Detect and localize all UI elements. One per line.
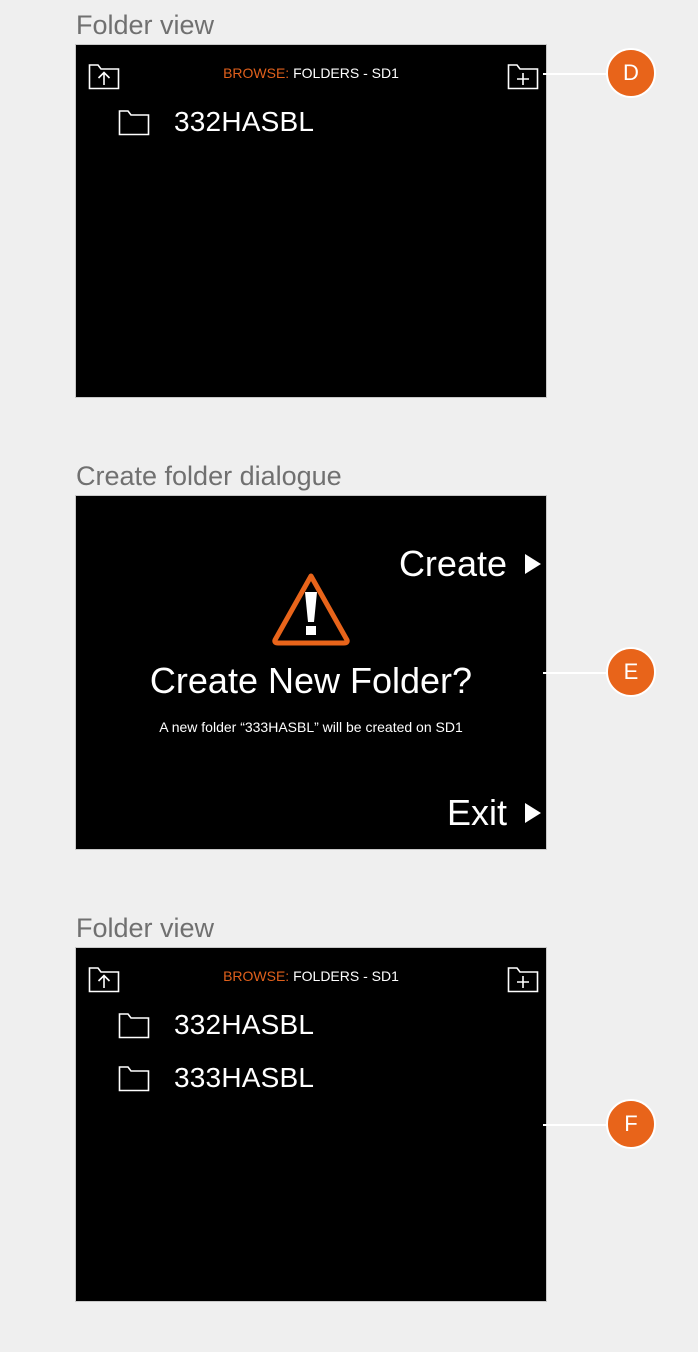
dialog-heading: Create New Folder? xyxy=(149,660,473,701)
folder-icon xyxy=(118,1064,150,1092)
section-title-folder-view-after: Folder view xyxy=(76,913,215,943)
folder-name: 332HASBL xyxy=(174,1009,315,1040)
callout-e: E xyxy=(606,647,656,697)
folder-icon xyxy=(118,108,150,136)
browse-header: BROWSE: FOLDERS - SD1 xyxy=(76,968,546,984)
dialog-message: A new folder “333HASBL” will be created … xyxy=(159,719,463,735)
section-title-folder-view: Folder view xyxy=(76,10,215,40)
folder-name: 333HASBL xyxy=(174,1062,315,1093)
browse-location: FOLDERS - SD1 xyxy=(289,968,399,984)
browse-location: FOLDERS - SD1 xyxy=(289,65,399,81)
warning-icon xyxy=(271,572,351,646)
folder-view-screen-after: BROWSE: FOLDERS - SD1 332HASBL 333HASBL xyxy=(75,947,547,1302)
browse-header: BROWSE: FOLDERS - SD1 xyxy=(76,65,546,81)
arrow-right-icon xyxy=(525,554,541,574)
folder-name: 332HASBL xyxy=(174,106,315,137)
callout-d: D xyxy=(606,48,656,98)
browse-label: BROWSE: xyxy=(223,968,290,984)
folder-view-screen: BROWSE: FOLDERS - SD1 332HASBL xyxy=(75,44,547,398)
folder-list-item[interactable]: 332HASBL xyxy=(118,105,314,139)
create-folder-dialog: Create Create New Folder? A new folder “… xyxy=(75,495,547,850)
browse-label: BROWSE: xyxy=(223,65,290,81)
section-title-create-folder: Create folder dialogue xyxy=(76,461,342,491)
exit-button[interactable]: Exit xyxy=(447,792,541,834)
arrow-right-icon xyxy=(525,803,541,823)
callout-line-f xyxy=(543,1124,609,1126)
folder-list-item[interactable]: 332HASBL xyxy=(118,1008,314,1042)
callout-f: F xyxy=(606,1099,656,1149)
new-folder-icon[interactable] xyxy=(507,62,539,90)
folder-icon xyxy=(118,1011,150,1039)
folder-list-item[interactable]: 333HASBL xyxy=(118,1061,314,1095)
create-label: Create xyxy=(398,543,507,584)
callout-line-d xyxy=(543,73,609,75)
new-folder-icon[interactable] xyxy=(507,965,539,993)
create-button[interactable]: Create xyxy=(399,543,541,585)
callout-line-e xyxy=(543,672,609,674)
exit-label: Exit xyxy=(446,792,507,833)
